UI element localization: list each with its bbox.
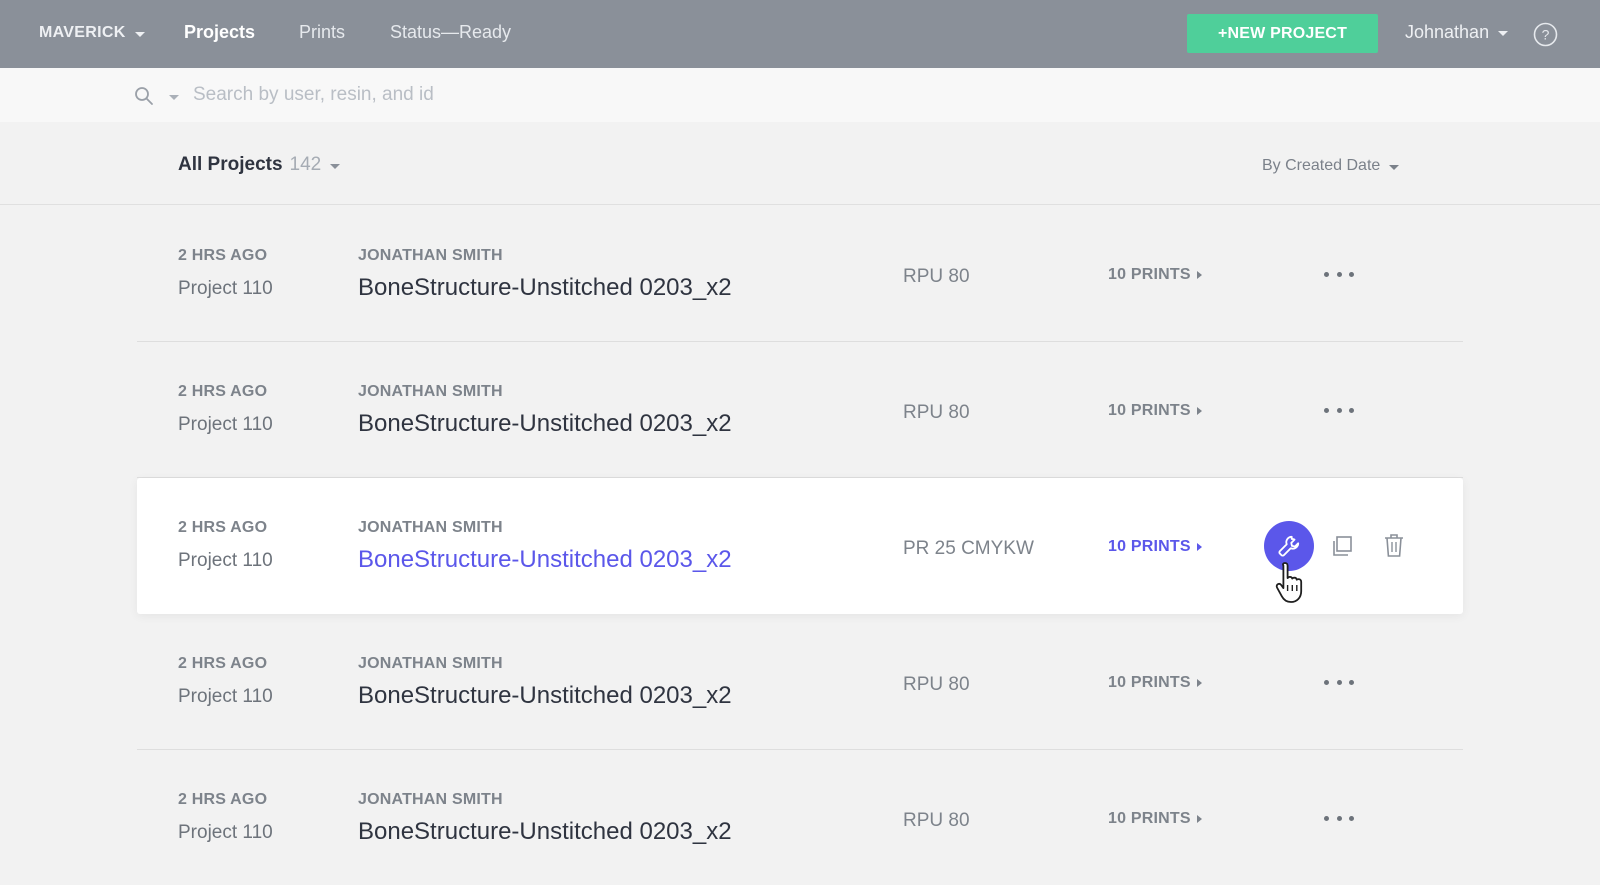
row-author: JONATHAN SMITH bbox=[358, 655, 503, 672]
user-menu[interactable]: Johnathan bbox=[1405, 22, 1509, 43]
caret-right-icon bbox=[1196, 271, 1202, 279]
row-prints-link[interactable]: 10 PRINTS bbox=[1108, 266, 1202, 284]
row-project-id: Project 110 bbox=[178, 278, 273, 299]
row-time: 2 HRS AGO bbox=[178, 519, 268, 536]
row-time: 2 HRS AGO bbox=[178, 655, 268, 672]
new-project-button[interactable]: +NEW PROJECT bbox=[1187, 14, 1378, 53]
project-filter-dropdown[interactable]: All Projects 142 bbox=[178, 154, 341, 176]
row-project-id: Project 110 bbox=[178, 686, 273, 707]
caret-right-icon bbox=[1196, 679, 1202, 687]
row-project-name[interactable]: BoneStructure-Unstitched 0203_x2 bbox=[358, 410, 732, 438]
row-resin: RPU 80 bbox=[903, 266, 970, 287]
nav-projects[interactable]: Projects bbox=[184, 22, 255, 43]
project-row-active[interactable]: 2 HRS AGO Project 110 JONATHAN SMITH Bon… bbox=[137, 478, 1463, 614]
project-row[interactable]: 2 HRS AGO Project 110 JONATHAN SMITH Bon… bbox=[137, 614, 1463, 750]
row-prints-label: 10 PRINTS bbox=[1108, 810, 1191, 827]
row-author: JONATHAN SMITH bbox=[358, 791, 503, 808]
trash-icon[interactable] bbox=[1383, 533, 1405, 558]
list-title: All Projects bbox=[178, 154, 283, 175]
row-resin: RPU 80 bbox=[903, 402, 970, 423]
project-row[interactable]: 2 HRS AGO Project 110 JONATHAN SMITH Bon… bbox=[137, 342, 1463, 478]
row-author: JONATHAN SMITH bbox=[358, 383, 503, 400]
question-circle-icon[interactable]: ? bbox=[1533, 22, 1558, 47]
list-header: All Projects 142 By Created Date bbox=[0, 122, 1600, 205]
caret-right-icon bbox=[1196, 407, 1202, 415]
row-project-name[interactable]: BoneStructure-Unstitched 0203_x2 bbox=[358, 274, 732, 302]
row-project-id: Project 110 bbox=[178, 822, 273, 843]
row-time: 2 HRS AGO bbox=[178, 791, 268, 808]
caret-right-icon bbox=[1196, 543, 1202, 551]
more-options-icon[interactable] bbox=[1324, 808, 1354, 828]
chevron-down-icon bbox=[330, 163, 341, 169]
chevron-down-icon bbox=[134, 31, 145, 37]
nav-prints[interactable]: Prints bbox=[299, 22, 345, 43]
search-bar bbox=[0, 68, 1600, 122]
row-project-name[interactable]: BoneStructure-Unstitched 0203_x2 bbox=[358, 546, 732, 574]
row-resin: RPU 80 bbox=[903, 810, 970, 831]
caret-right-icon bbox=[1196, 815, 1202, 823]
more-options-icon[interactable] bbox=[1324, 672, 1354, 692]
row-resin: RPU 80 bbox=[903, 674, 970, 695]
row-prints-link[interactable]: 10 PRINTS bbox=[1108, 674, 1202, 692]
nav-status[interactable]: Status—Ready bbox=[390, 22, 511, 43]
row-time: 2 HRS AGO bbox=[178, 247, 268, 264]
user-name: Johnathan bbox=[1405, 22, 1490, 42]
row-prints-label: 10 PRINTS bbox=[1108, 266, 1191, 283]
row-prints-link[interactable]: 10 PRINTS bbox=[1108, 402, 1202, 420]
search-icon[interactable] bbox=[134, 86, 154, 106]
sort-label: By Created Date bbox=[1262, 157, 1381, 174]
row-project-id: Project 110 bbox=[178, 550, 273, 571]
project-row[interactable]: 2 HRS AGO Project 110 JONATHAN SMITH Bon… bbox=[137, 750, 1463, 885]
search-input[interactable] bbox=[193, 82, 893, 108]
row-resin: PR 25 CMYKW bbox=[903, 538, 1034, 559]
row-project-name[interactable]: BoneStructure-Unstitched 0203_x2 bbox=[358, 818, 732, 846]
row-prints-label: 10 PRINTS bbox=[1108, 402, 1191, 419]
row-project-name[interactable]: BoneStructure-Unstitched 0203_x2 bbox=[358, 682, 732, 710]
svg-text:?: ? bbox=[1542, 27, 1550, 43]
row-time: 2 HRS AGO bbox=[178, 383, 268, 400]
more-options-icon[interactable] bbox=[1324, 264, 1354, 284]
project-row[interactable]: 2 HRS AGO Project 110 JONATHAN SMITH Bon… bbox=[137, 206, 1463, 342]
row-prints-link[interactable]: 10 PRINTS bbox=[1108, 538, 1202, 556]
chevron-down-icon bbox=[1389, 164, 1400, 170]
brand-menu[interactable]: MAVERICK bbox=[39, 24, 145, 42]
edit-wrench-button[interactable] bbox=[1264, 521, 1314, 571]
row-author: JONATHAN SMITH bbox=[358, 519, 503, 536]
row-prints-label: 10 PRINTS bbox=[1108, 538, 1191, 555]
row-prints-link[interactable]: 10 PRINTS bbox=[1108, 810, 1202, 828]
row-project-id: Project 110 bbox=[178, 414, 273, 435]
top-nav-bar: MAVERICK Projects Prints Status—Ready +N… bbox=[0, 0, 1600, 68]
wrench-icon bbox=[1278, 535, 1300, 557]
sort-dropdown[interactable]: By Created Date bbox=[1262, 157, 1400, 175]
duplicate-icon[interactable] bbox=[1330, 534, 1354, 558]
project-count: 142 bbox=[289, 154, 322, 175]
more-options-icon[interactable] bbox=[1324, 400, 1354, 420]
brand-label: MAVERICK bbox=[39, 24, 126, 41]
chevron-down-icon bbox=[1498, 31, 1509, 36]
row-prints-label: 10 PRINTS bbox=[1108, 674, 1191, 691]
search-filter-chevron-icon[interactable] bbox=[169, 95, 179, 100]
row-author: JONATHAN SMITH bbox=[358, 247, 503, 264]
